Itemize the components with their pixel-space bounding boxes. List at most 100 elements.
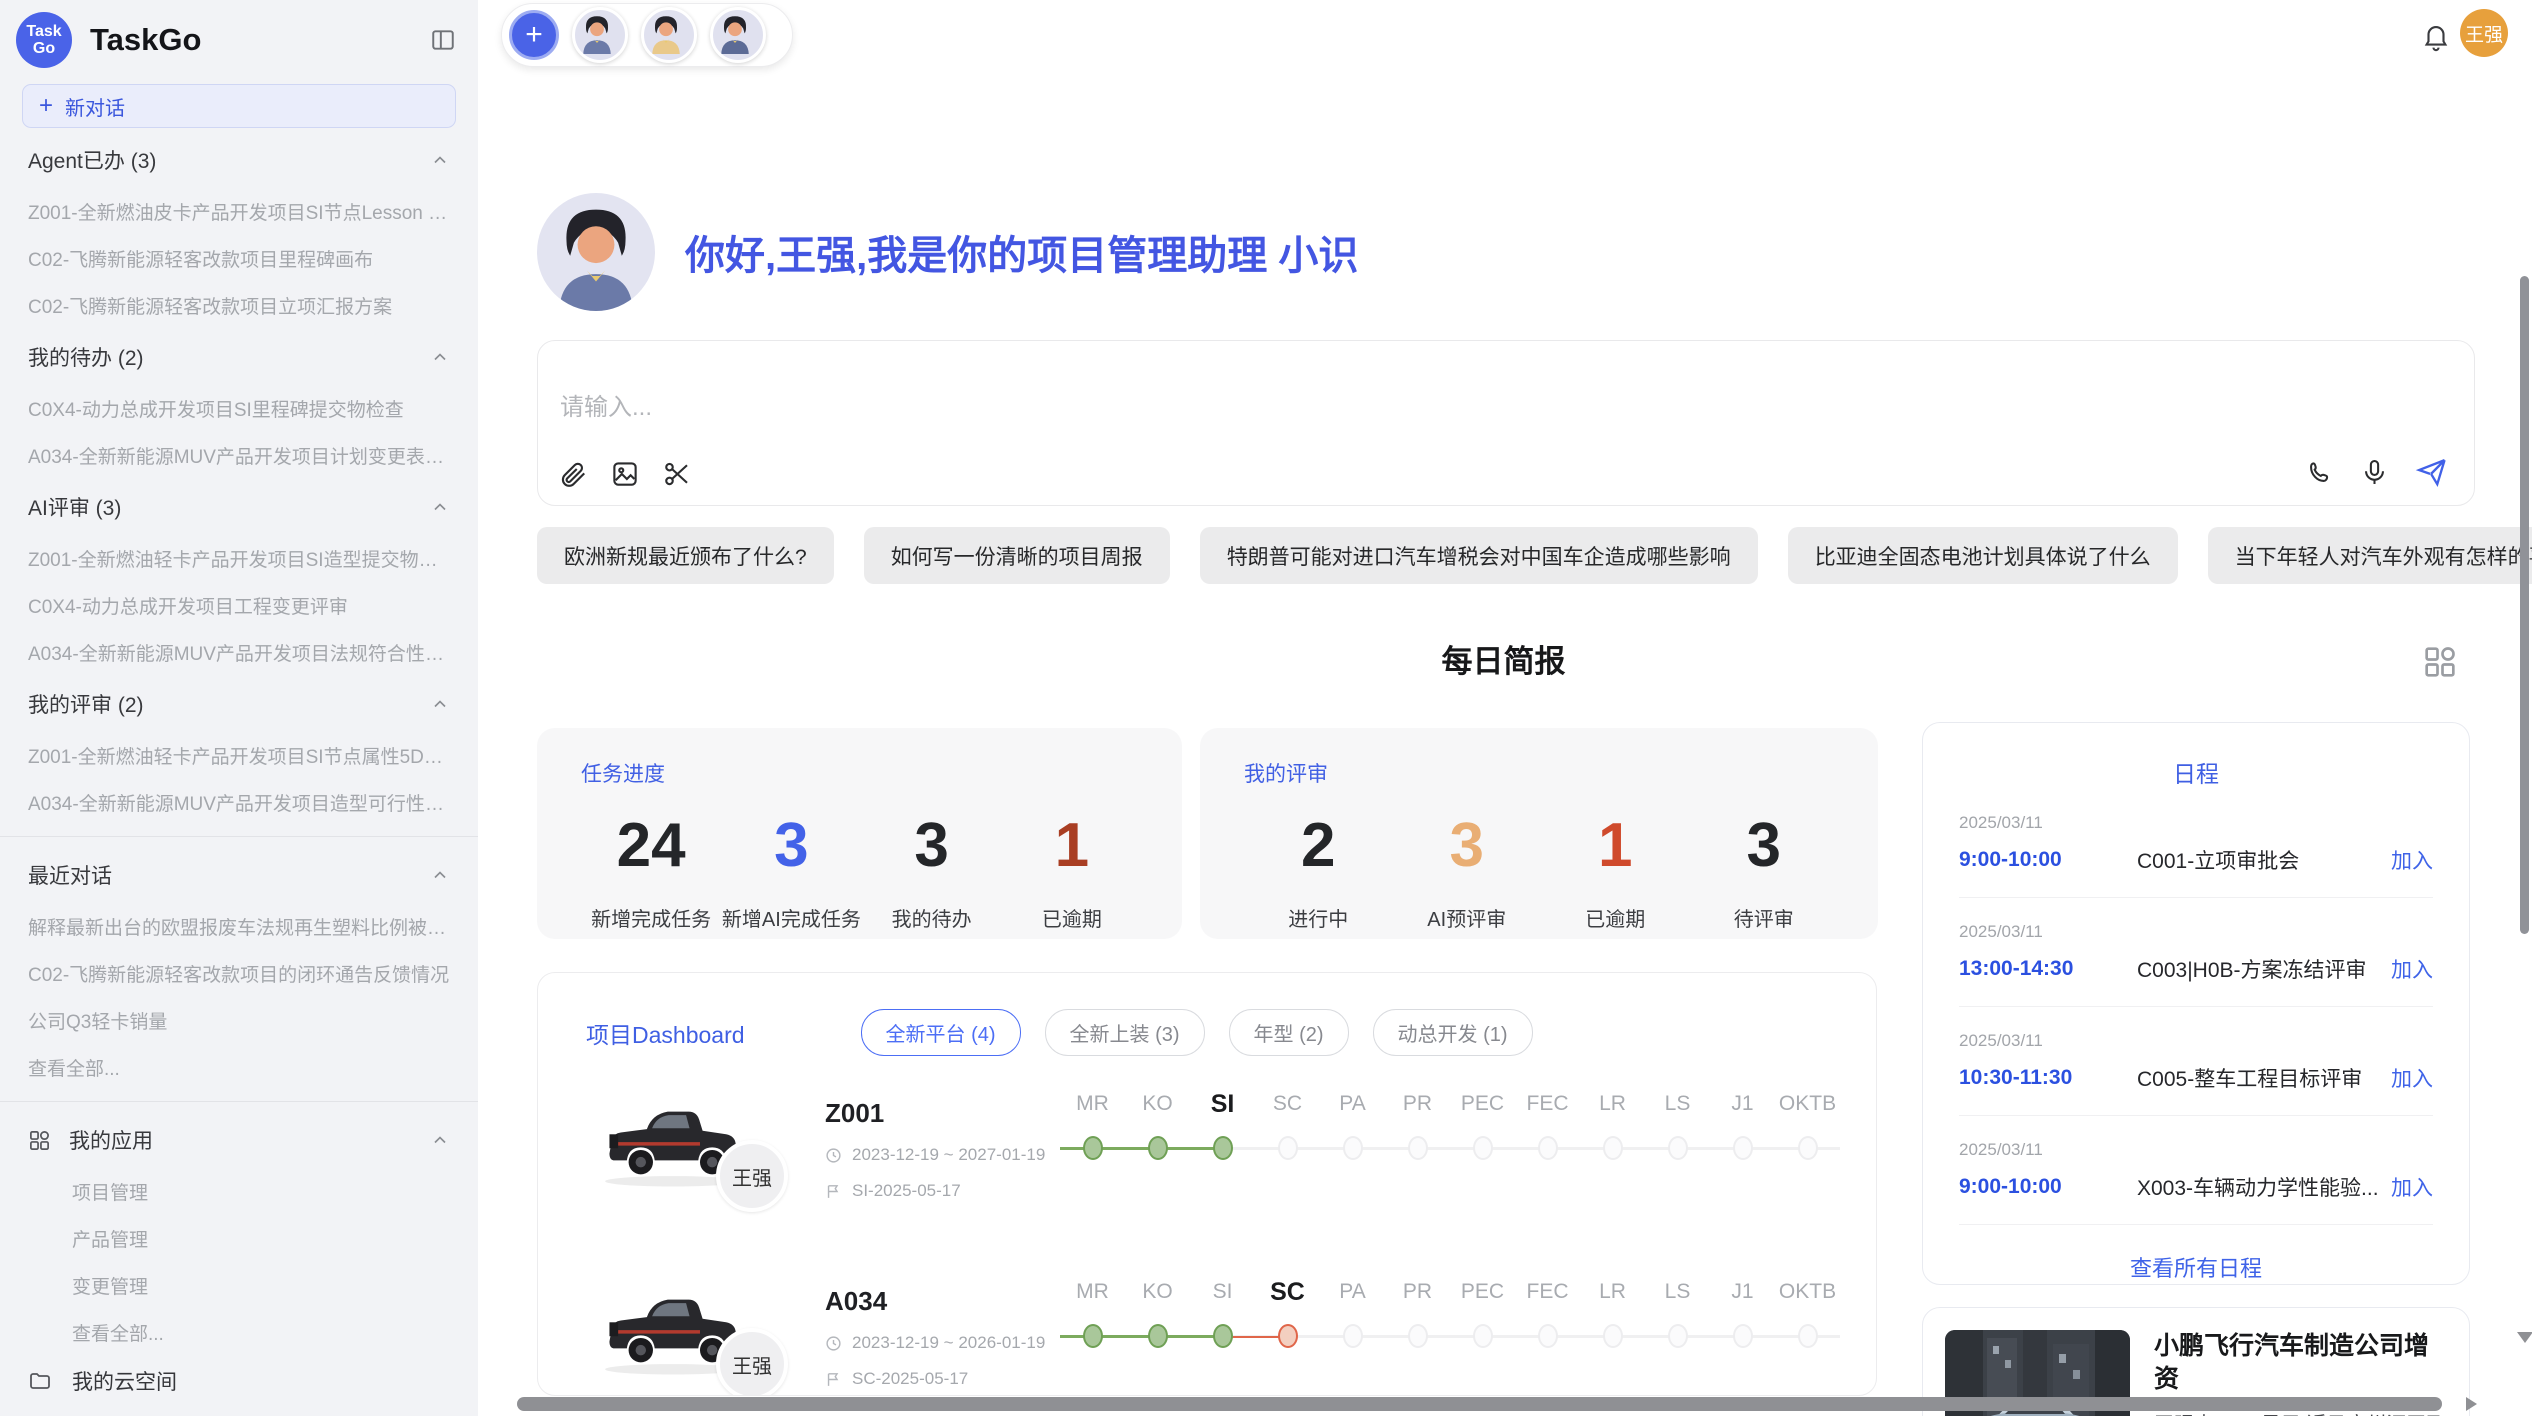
divider (0, 836, 478, 837)
sidebar-section-ai-review[interactable]: AI评审 (3) (0, 479, 478, 535)
schedule-title: 日程 (1959, 755, 2433, 789)
join-link[interactable]: 加入 (2391, 954, 2433, 984)
sidebar: Task Go TaskGo + 新对话 Agent已办 (3) Z001-全新… (0, 0, 478, 1416)
section-title: 我的评审 (2) (28, 689, 144, 719)
agent-avatar[interactable] (641, 7, 697, 63)
filter-chip-new-body[interactable]: 全新上装 (3) (1045, 1009, 1205, 1056)
chevron-up-icon (430, 150, 450, 170)
sidebar-item-cloud-space[interactable]: 我的云空间 (0, 1356, 478, 1406)
metric-label: 已逾期 (1541, 903, 1690, 932)
sidebar-section-my-apps[interactable]: 我的应用 (0, 1112, 478, 1168)
milestone-dot (1473, 1136, 1493, 1160)
schedule-event[interactable]: 2025/03/11 9:00-10:00 C001-立项审批会 加入 (1959, 813, 2433, 898)
app-item-project-mgmt[interactable]: 项目管理 (0, 1168, 478, 1215)
horizontal-scrollbar[interactable] (517, 1397, 2442, 1411)
sidebar-item[interactable]: A034-全新新能源MUV产品开发项目造型可行性评审 (0, 779, 478, 826)
section-title-wrap: 我的应用 (28, 1125, 153, 1155)
chevron-up-icon (430, 694, 450, 714)
scissors-icon[interactable] (662, 459, 692, 489)
project-row-z001[interactable]: 王强 Z001 2023-12-19 ~ 2027-01-19 SI-2025-… (538, 1084, 1876, 1244)
sidebar-item-favorites[interactable]: 我的收藏 (0, 1406, 478, 1416)
suggestion-chip[interactable]: 欧洲新规最近颁布了什么? (537, 527, 834, 584)
voice-call-icon[interactable] (2305, 458, 2334, 487)
scroll-right-arrow[interactable] (2466, 1397, 2477, 1411)
attachment-icon[interactable] (558, 459, 588, 489)
sidebar-section-recent-chats[interactable]: 最近对话 (0, 847, 478, 903)
add-agent-button[interactable]: + (509, 10, 559, 60)
project-milestone-tag: SI-2025-05-17 (825, 1181, 1045, 1201)
milestone-label: KO (1125, 1090, 1190, 1122)
suggestion-chip[interactable]: 比亚迪全固态电池计划具体说了什么 (1788, 527, 2178, 584)
milestone-label: SC (1255, 1090, 1320, 1122)
sidebar-section-my-review[interactable]: 我的评审 (2) (0, 676, 478, 732)
sidebar-item[interactable]: Z001-全新燃油轻卡产品开发项目SI节点属性5D文件评审 (0, 732, 478, 779)
schedule-event[interactable]: 2025/03/11 9:00-10:00 X003-车辆动力学性能验... 加… (1959, 1140, 2433, 1225)
layout-grid-icon[interactable] (2420, 642, 2460, 682)
milestone-dot (1538, 1136, 1558, 1160)
view-all-schedule-link[interactable]: 查看所有日程 (1959, 1251, 2433, 1283)
sidebar-item[interactable]: C02-飞腾新能源轻客改款项目里程碑画布 (0, 235, 478, 282)
sidebar-item[interactable]: Z001-全新燃油轻卡产品开发项目SI造型提交物评审 (0, 535, 478, 582)
scroll-down-arrow[interactable] (2517, 1332, 2532, 1343)
stat-card-task-progress: 任务进度 24新增完成任务 3新增AI完成任务 3我的待办 1已逾期 (537, 728, 1182, 939)
join-link[interactable]: 加入 (2391, 1063, 2433, 1093)
milestone-label: PR (1385, 1278, 1450, 1310)
join-link[interactable]: 加入 (2391, 1172, 2433, 1202)
recent-view-all[interactable]: 查看全部... (0, 1044, 478, 1091)
input-left-tools (558, 459, 692, 489)
collapse-sidebar-icon[interactable] (430, 27, 456, 53)
metric-label: 已逾期 (1002, 903, 1142, 932)
milestone-label: PR (1385, 1090, 1450, 1122)
milestone-timeline: MRKOSISCPAPRPECFECLRLSJ1OKTB (1060, 1278, 1840, 1368)
apps-view-all[interactable]: 查看全部... (0, 1309, 478, 1356)
sidebar-item[interactable]: C0X4-动力总成开发项目SI里程碑提交物检查 (0, 385, 478, 432)
suggestion-chip[interactable]: 如何写一份清晰的项目周报 (864, 527, 1170, 584)
divider (0, 1101, 478, 1102)
agent-avatar[interactable] (710, 7, 766, 63)
notification-bell-icon[interactable] (2421, 22, 2451, 52)
sidebar-item[interactable]: C0X4-动力总成开发项目工程变更评审 (0, 582, 478, 629)
milestone-label: LS (1645, 1278, 1710, 1310)
clock-icon (825, 1335, 842, 1352)
sidebar-item[interactable]: Z001-全新燃油皮卡产品开发项目SI节点Lesson Learn报告 (0, 188, 478, 235)
filter-chip-powertrain[interactable]: 动总开发 (1) (1373, 1009, 1533, 1056)
truck-image-partial (599, 1381, 747, 1396)
chat-input[interactable] (546, 375, 2274, 463)
milestone-label: MR (1060, 1090, 1125, 1122)
taskgo-app: Task Go TaskGo + 新对话 Agent已办 (3) Z001-全新… (0, 0, 2532, 1416)
app-item-change-mgmt[interactable]: 变更管理 (0, 1262, 478, 1309)
owner-badge: 王强 (716, 1140, 788, 1212)
milestone-label: FEC (1515, 1090, 1580, 1122)
sidebar-section-agent-done[interactable]: Agent已办 (3) (0, 132, 478, 188)
milestone-label: OKTB (1775, 1278, 1840, 1310)
schedule-event[interactable]: 2025/03/11 10:30-11:30 C005-整车工程目标评审 加入 (1959, 1031, 2433, 1116)
agent-avatar[interactable] (572, 7, 628, 63)
sidebar-section-my-todo[interactable]: 我的待办 (2) (0, 329, 478, 385)
join-link[interactable]: 加入 (2391, 845, 2433, 875)
project-row-a034[interactable]: 王强 A034 2023-12-19 ~ 2026-01-19 SC-2025-… (538, 1272, 1876, 1396)
date-range: 2023-12-19 ~ 2027-01-19 (852, 1145, 1045, 1165)
milestone-dot (1798, 1324, 1818, 1348)
owner-name: 王强 (732, 1162, 772, 1191)
filter-chip-year-model[interactable]: 年型 (2) (1229, 1009, 1349, 1056)
image-upload-icon[interactable] (610, 459, 640, 489)
suggestion-chip[interactable]: 当下年轻人对汽车外观有怎样的喜好趋势 (2208, 527, 2532, 584)
user-avatar[interactable]: 王强 (2460, 9, 2508, 57)
project-info: Z001 2023-12-19 ~ 2027-01-19 SI-2025-05-… (825, 1098, 1045, 1201)
new-chat-button[interactable]: + 新对话 (22, 84, 456, 128)
recent-chat-item[interactable]: 公司Q3轻卡销量 (0, 997, 478, 1044)
event-time: 10:30-11:30 (1959, 1066, 2117, 1090)
send-icon[interactable] (2415, 456, 2448, 489)
schedule-event[interactable]: 2025/03/11 13:00-14:30 C003|H0B-方案冻结评审 加… (1959, 922, 2433, 1007)
news-title: 小鹏飞行汽车制造公司增资 (2154, 1330, 2447, 1395)
sidebar-item[interactable]: A034-全新新能源MUV产品开发项目法规符合性评审 (0, 629, 478, 676)
recent-chat-item[interactable]: C02-飞腾新能源轻客改款项目的闭环通告反馈情况 (0, 950, 478, 997)
suggestion-chip[interactable]: 特朗普可能对进口汽车增税会对中国车企造成哪些影响 (1200, 527, 1758, 584)
microphone-icon[interactable] (2360, 458, 2389, 487)
app-item-product-mgmt[interactable]: 产品管理 (0, 1215, 478, 1262)
sidebar-item[interactable]: C02-飞腾新能源轻客改款项目立项汇报方案 (0, 282, 478, 329)
recent-chat-item[interactable]: 解释最新出台的欧盟报废车法规再生塑料比例被调至15%... (0, 903, 478, 950)
filter-chip-new-platform[interactable]: 全新平台 (4) (861, 1009, 1021, 1056)
sidebar-item[interactable]: A034-全新新能源MUV产品开发项目计划变更表编写 (0, 432, 478, 479)
vertical-scrollbar[interactable] (2520, 276, 2529, 934)
